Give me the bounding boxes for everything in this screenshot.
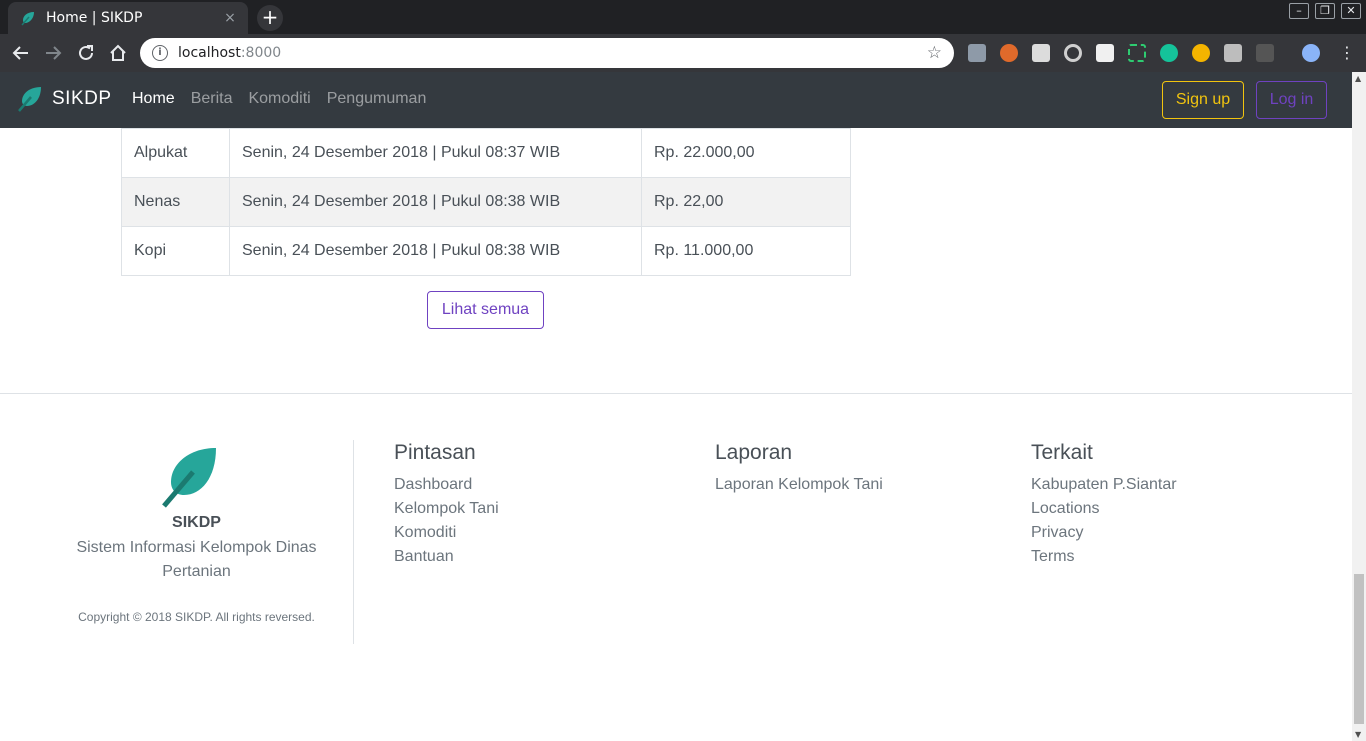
forward-icon[interactable] — [40, 40, 66, 66]
footer-brand: SIKDP — [172, 514, 221, 531]
extension-grammarly-icon[interactable] — [1160, 44, 1178, 62]
extension-trello-icon[interactable] — [1096, 44, 1114, 62]
address-bar[interactable]: i localhost:8000 ☆ — [140, 38, 954, 68]
footer-vertical-divider — [353, 440, 354, 644]
footer-link-terms[interactable]: Terms — [1031, 545, 1177, 569]
commodity-price: Rp. 22.000,00 — [641, 128, 851, 178]
restore-button[interactable]: ❐ — [1315, 3, 1335, 19]
nav-pengumuman-link[interactable]: Pengumuman — [327, 90, 427, 108]
footer-link-komoditi[interactable]: Komoditi — [394, 521, 499, 545]
browser-tab-bar: Home | SIKDP × + – ❐ ✕ — [0, 0, 1366, 34]
footer-column-pintasan: Pintasan Dashboard Kelompok Tani Komodit… — [394, 441, 499, 569]
url-host: localhost — [178, 45, 241, 61]
footer-column-title: Laporan — [715, 441, 793, 464]
footer-column-title: Terkait — [1031, 441, 1093, 464]
footer-link-locations[interactable]: Locations — [1031, 497, 1177, 521]
extension-target-icon[interactable] — [1064, 44, 1082, 62]
nav-links: Home Berita Komoditi Pengumuman — [132, 90, 426, 108]
extension-chrome-icon[interactable] — [1192, 44, 1210, 62]
reload-icon[interactable] — [73, 40, 99, 66]
commodity-price: Rp. 11.000,00 — [641, 226, 851, 276]
extension-screenshot-icon[interactable] — [1128, 44, 1146, 62]
extension-cube-icon[interactable] — [1032, 44, 1050, 62]
site-navbar: SIKDP Home Berita Komoditi Pengumuman Si… — [0, 72, 1352, 128]
see-all-button[interactable]: Lihat semua — [427, 291, 544, 329]
new-tab-button[interactable]: + — [257, 5, 283, 31]
back-icon[interactable] — [8, 40, 34, 66]
commodity-name: Nenas — [121, 177, 230, 227]
browser-tab[interactable]: Home | SIKDP × — [8, 2, 248, 34]
tab-close-icon[interactable]: × — [222, 10, 238, 26]
leaf-logo-icon — [18, 87, 41, 112]
footer-link-privacy[interactable]: Privacy — [1031, 521, 1177, 545]
leaf-footer-logo-icon — [162, 448, 216, 508]
login-button[interactable]: Log in — [1256, 81, 1327, 119]
nav-home-link[interactable]: Home — [132, 90, 175, 108]
url-port: :8000 — [240, 45, 282, 61]
bookmark-star-icon[interactable]: ☆ — [927, 43, 942, 63]
extension-location-icon[interactable] — [1224, 44, 1242, 62]
footer-link-kabupaten[interactable]: Kabupaten P.Siantar — [1031, 473, 1177, 497]
commodity-date: Senin, 24 Desember 2018 | Pukul 08:37 WI… — [229, 128, 642, 178]
footer-column-terkait: Terkait Kabupaten P.Siantar Locations Pr… — [1031, 441, 1177, 569]
nav-komoditi-link[interactable]: Komoditi — [248, 90, 310, 108]
extension-santa-icon[interactable] — [1000, 44, 1018, 62]
footer-copyright: Copyright © 2018 SIKDP. All rights rever… — [78, 610, 315, 624]
table-row: Alpukat Senin, 24 Desember 2018 | Pukul … — [121, 128, 851, 178]
footer-link-bantuan[interactable]: Bantuan — [394, 545, 499, 569]
brand-name: SIKDP — [52, 88, 112, 109]
nav-berita-link[interactable]: Berita — [191, 90, 233, 108]
browser-toolbar: i localhost:8000 ☆ ⋮ — [0, 34, 1366, 72]
profile-avatar[interactable] — [1302, 44, 1320, 62]
signup-button[interactable]: Sign up — [1162, 81, 1244, 119]
footer-link-laporan-kelompok-tani[interactable]: Laporan Kelompok Tani — [715, 473, 883, 497]
browser-menu-icon[interactable]: ⋮ — [1334, 40, 1360, 66]
footer-link-kelompok-tani[interactable]: Kelompok Tani — [394, 497, 499, 521]
brand-link[interactable]: SIKDP — [18, 86, 112, 112]
tab-title: Home | SIKDP — [46, 10, 143, 26]
extension-qr-icon[interactable] — [1256, 44, 1274, 62]
commodity-table: Alpukat Senin, 24 Desember 2018 | Pukul … — [121, 128, 851, 276]
page-scrollbar[interactable]: ▲ ▼ — [1352, 72, 1366, 741]
scroll-down-icon[interactable]: ▼ — [1355, 730, 1361, 739]
scroll-up-icon[interactable]: ▲ — [1355, 74, 1361, 83]
scrollbar-thumb[interactable] — [1354, 574, 1364, 724]
leaf-favicon-icon — [21, 12, 34, 26]
table-row: Kopi Senin, 24 Desember 2018 | Pukul 08:… — [121, 226, 851, 276]
footer-column-laporan: Laporan Laporan Kelompok Tani — [715, 441, 883, 497]
footer-link-dashboard[interactable]: Dashboard — [394, 473, 499, 497]
commodity-price: Rp. 22,00 — [641, 177, 851, 227]
commodity-name: Alpukat — [121, 128, 230, 178]
footer-tagline: Sistem Informasi Kelompok Dinas Pertania… — [76, 539, 317, 580]
site-info-icon[interactable]: i — [152, 45, 168, 61]
close-window-button[interactable]: ✕ — [1341, 3, 1361, 19]
commodity-name: Kopi — [121, 226, 230, 276]
extension-puzzle-icon[interactable] — [968, 44, 986, 62]
footer-divider — [0, 393, 1352, 394]
footer-column-title: Pintasan — [394, 441, 476, 464]
commodity-date: Senin, 24 Desember 2018 | Pukul 08:38 WI… — [229, 177, 642, 227]
commodity-date: Senin, 24 Desember 2018 | Pukul 08:38 WI… — [229, 226, 642, 276]
home-icon[interactable] — [105, 40, 131, 66]
table-row: Nenas Senin, 24 Desember 2018 | Pukul 08… — [121, 177, 851, 227]
minimize-button[interactable]: – — [1289, 3, 1309, 19]
footer-brand-block: SIKDP Sistem Informasi Kelompok Dinas Pe… — [40, 440, 353, 624]
